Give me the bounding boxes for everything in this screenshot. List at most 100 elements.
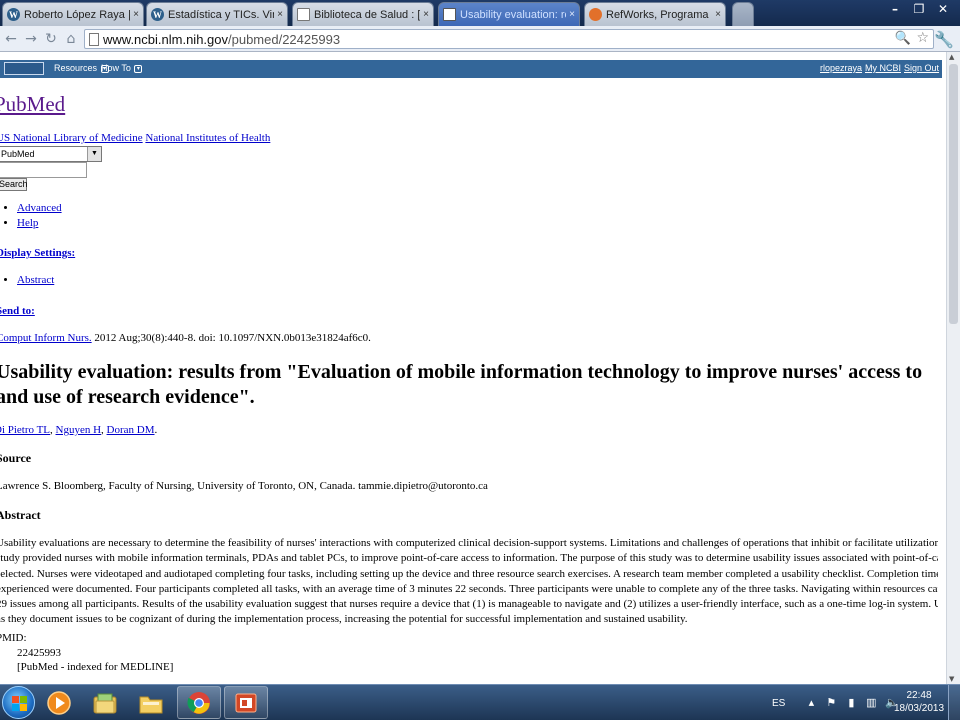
browser-tab-usability-evaluation[interactable]: Usability evaluation: result × xyxy=(438,2,580,26)
reload-icon[interactable]: ↻ xyxy=(42,30,60,48)
nlm-link[interactable]: US National Library of Medicine xyxy=(0,132,143,144)
language-indicator[interactable]: ES xyxy=(772,698,785,709)
pmid-value: 22425993 xyxy=(17,647,61,659)
abstract-heading: Abstract xyxy=(0,508,41,522)
url-host: www.ncbi.nlm.nih.gov xyxy=(103,32,228,47)
url-path: /pubmed/22425993 xyxy=(228,32,341,47)
howto-menu-label: How To xyxy=(101,63,131,73)
minimize-button[interactable]: – xyxy=(884,0,906,18)
wrench-menu-icon[interactable]: 🔧 xyxy=(934,30,954,49)
abstract-text: Usability evaluations are necessary to d… xyxy=(0,536,938,628)
document-icon xyxy=(443,8,456,21)
close-tab-icon[interactable]: × xyxy=(715,9,721,20)
address-bar[interactable]: www.ncbi.nlm.nih.gov/pubmed/22425993 🔍 ☆ xyxy=(84,29,934,49)
windows-explorer-library-button[interactable] xyxy=(83,686,127,719)
taskbar-clock[interactable]: 22:48 18/03/2013 xyxy=(893,689,945,715)
close-tab-icon[interactable]: × xyxy=(423,9,429,20)
chrome-icon xyxy=(187,691,210,714)
start-button[interactable] xyxy=(2,686,35,719)
browser-toolbar: ← → ↻ ⌂ www.ncbi.nlm.nih.gov/pubmed/2242… xyxy=(0,26,960,52)
abstract-line: experienced were documented. Four partic… xyxy=(0,582,938,595)
battery-icon[interactable]: ▮ xyxy=(845,697,857,709)
send-to-link[interactable]: Send to: xyxy=(0,305,35,317)
browser-tab-roberto-lopez-raya[interactable]: W Roberto López Raya | En el × xyxy=(2,2,144,26)
search-input[interactable] xyxy=(0,162,87,178)
chevron-down-icon[interactable]: ▼ xyxy=(87,147,101,161)
powerpoint-taskbar-button[interactable] xyxy=(224,686,268,719)
citation-details: 2012 Aug;30(8):440-8. doi: 10.1097/NXN.0… xyxy=(91,332,371,344)
zoom-magnifier-icon[interactable]: 🔍 xyxy=(895,31,911,46)
pmid-label: PMID: xyxy=(0,632,27,644)
bookmark-star-icon[interactable]: ☆ xyxy=(916,30,929,46)
pubmed-logo-link[interactable]: PubMed xyxy=(0,92,65,117)
abstract-line: study provided nurses with mobile inform… xyxy=(0,552,938,565)
url-text[interactable]: www.ncbi.nlm.nih.gov/pubmed/22425993 xyxy=(103,32,340,47)
howto-menu[interactable]: How To ▾ xyxy=(101,63,143,73)
browser-tab-estadistica-tics[interactable]: W Estadística y TICs. Virgen × xyxy=(146,2,288,26)
new-tab-button[interactable] xyxy=(732,2,754,26)
abstract-format-link[interactable]: Abstract xyxy=(17,274,54,286)
close-tab-icon[interactable]: × xyxy=(277,9,283,20)
page-scrollbar[interactable]: ▲ ▼ xyxy=(946,52,960,684)
author-link[interactable]: Di Pietro TL xyxy=(0,424,50,436)
author-link[interactable]: Doran DM xyxy=(107,424,155,436)
system-tray: ES ▴ ⚑ ▮ ▥ 🔈 xyxy=(772,685,899,720)
windows-taskbar: ES ▴ ⚑ ▮ ▥ 🔈 22:48 18/03/2013 xyxy=(0,684,960,720)
show-hidden-icons-icon[interactable]: ▴ xyxy=(805,697,817,709)
author-link[interactable]: Nguyen H xyxy=(56,424,102,436)
search-button[interactable]: Search xyxy=(0,178,28,191)
help-link[interactable]: Help xyxy=(17,217,38,229)
close-tab-icon[interactable]: × xyxy=(569,9,575,20)
close-window-button[interactable]: ✕ xyxy=(932,0,954,18)
wordpress-icon: W xyxy=(7,8,20,21)
scrollbar-thumb[interactable] xyxy=(949,64,958,324)
chevron-down-icon: ▾ xyxy=(134,64,143,73)
agency-links: US National Library of Medicine National… xyxy=(0,132,270,144)
abstract-line: selected. Nurses were videotaped and aud… xyxy=(0,567,938,580)
resources-menu-label: Resources xyxy=(54,63,98,73)
pubmed-page: Resources ▾ How To ▾ rlopezraya My NCBI … xyxy=(0,52,946,684)
forward-arrow-icon[interactable]: → xyxy=(22,30,40,48)
advanced-search-link[interactable]: Advanced xyxy=(17,202,62,214)
wordpress-icon: W xyxy=(151,8,164,21)
action-center-flag-icon[interactable]: ⚑ xyxy=(825,697,837,709)
pmid-status: [PubMed - indexed for MEDLINE] xyxy=(17,661,174,673)
journal-link[interactable]: Comput Inform Nurs. xyxy=(0,332,92,344)
ncbi-home-logo[interactable] xyxy=(4,62,44,75)
home-icon[interactable]: ⌂ xyxy=(62,30,80,48)
tab-title: RefWorks, Programa de A xyxy=(606,8,712,21)
username-link[interactable]: rlopezraya xyxy=(820,63,862,73)
database-select[interactable]: PubMed ▼ xyxy=(0,146,102,162)
clock-date: 18/03/2013 xyxy=(893,703,945,714)
my-ncbi-link[interactable]: My NCBI xyxy=(865,63,901,73)
network-icon[interactable]: ▥ xyxy=(865,697,877,709)
close-tab-icon[interactable]: × xyxy=(133,9,139,20)
abstract-line: as they document issues to be cognizant … xyxy=(0,613,688,626)
article-title: Usability evaluation: results from "Eval… xyxy=(0,361,923,408)
powerpoint-icon xyxy=(235,693,257,712)
abstract-line: Usability evaluations are necessary to d… xyxy=(0,537,938,549)
tab-title: Usability evaluation: result xyxy=(460,8,566,21)
windows-media-player-button[interactable] xyxy=(37,686,81,719)
author-list: Di Pietro TL, Nguyen H, Doran DM. xyxy=(0,424,157,436)
refworks-icon xyxy=(589,8,602,21)
windows-folder-button[interactable] xyxy=(129,686,173,719)
window-controls: – ❐ ✕ xyxy=(884,0,954,20)
scroll-down-arrow-icon[interactable]: ▼ xyxy=(949,675,954,683)
restore-button[interactable]: ❐ xyxy=(908,0,930,18)
scroll-up-arrow-icon[interactable]: ▲ xyxy=(949,53,954,61)
search-links-list: Advanced Help xyxy=(0,202,62,232)
sign-out-link[interactable]: Sign Out xyxy=(904,63,939,73)
browser-tab-biblioteca-salud[interactable]: Biblioteca de Salud : [ Bibl × xyxy=(292,2,434,26)
show-desktop-button[interactable] xyxy=(948,685,960,720)
display-settings-link[interactable]: Display Settings: xyxy=(0,247,75,259)
chrome-taskbar-button[interactable] xyxy=(177,686,221,719)
windows-media-player-icon xyxy=(47,690,71,715)
back-arrow-icon[interactable]: ← xyxy=(2,30,20,48)
tab-title: Estadística y TICs. Virgen xyxy=(168,8,274,21)
list-item: Help xyxy=(17,217,62,232)
nih-link[interactable]: National Institutes of Health xyxy=(145,132,270,144)
source-heading: Source xyxy=(0,451,32,465)
browser-tab-refworks[interactable]: RefWorks, Programa de A × xyxy=(584,2,726,26)
display-format-list: Abstract xyxy=(0,274,54,289)
